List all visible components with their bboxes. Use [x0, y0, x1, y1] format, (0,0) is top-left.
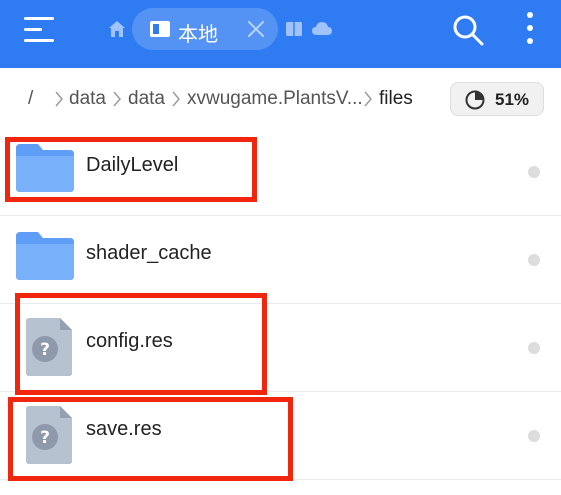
search-icon[interactable]	[452, 14, 484, 46]
book-icon[interactable]	[286, 22, 302, 36]
file-name: config.res	[86, 330, 173, 352]
more-vertical-icon[interactable]	[521, 12, 539, 48]
file-name: save.res	[86, 418, 162, 440]
select-checkbox[interactable]	[528, 342, 540, 354]
chevron-right-icon	[55, 91, 63, 107]
breadcrumb-item[interactable]: data	[69, 88, 106, 110]
storage-folder-icon	[150, 21, 170, 37]
storage-usage-badge[interactable]: 51%	[450, 82, 544, 116]
hamburger-menu-icon[interactable]	[24, 17, 54, 43]
svg-text:?: ?	[40, 428, 50, 448]
chevron-right-icon	[172, 91, 180, 107]
chevron-right-icon	[113, 91, 121, 107]
select-checkbox[interactable]	[528, 254, 540, 266]
breadcrumb-item[interactable]: data	[128, 88, 165, 110]
breadcrumb: / data data xvwugame.PlantsV... files 51…	[0, 68, 561, 128]
list-item[interactable]: shader_cache	[0, 216, 561, 304]
cloud-icon[interactable]	[312, 21, 332, 36]
top-app-bar: 本地	[0, 0, 561, 68]
close-icon[interactable]	[246, 19, 266, 39]
list-item[interactable]: ? save.res	[0, 392, 561, 480]
unknown-file-icon: ?	[26, 406, 72, 464]
select-checkbox[interactable]	[528, 430, 540, 442]
tab-label: 本地	[178, 22, 218, 46]
file-name: DailyLevel	[86, 154, 179, 176]
home-icon[interactable]	[108, 20, 126, 38]
breadcrumb-item[interactable]: xvwugame.PlantsV...	[187, 88, 363, 110]
unknown-file-icon: ?	[26, 318, 72, 376]
svg-text:?: ?	[40, 340, 50, 360]
file-name: shader_cache	[86, 242, 212, 264]
breadcrumb-current[interactable]: files	[379, 88, 413, 110]
select-checkbox[interactable]	[528, 166, 540, 178]
chevron-right-icon	[364, 91, 372, 107]
folder-icon	[16, 144, 74, 192]
list-item[interactable]: ? config.res	[0, 304, 561, 392]
pie-chart-icon	[465, 90, 485, 110]
storage-percent: 51%	[495, 90, 530, 109]
breadcrumb-root[interactable]: /	[28, 88, 33, 110]
tab-local-storage[interactable]: 本地	[132, 8, 278, 50]
list-item[interactable]: DailyLevel	[0, 128, 561, 216]
folder-icon	[16, 232, 74, 280]
